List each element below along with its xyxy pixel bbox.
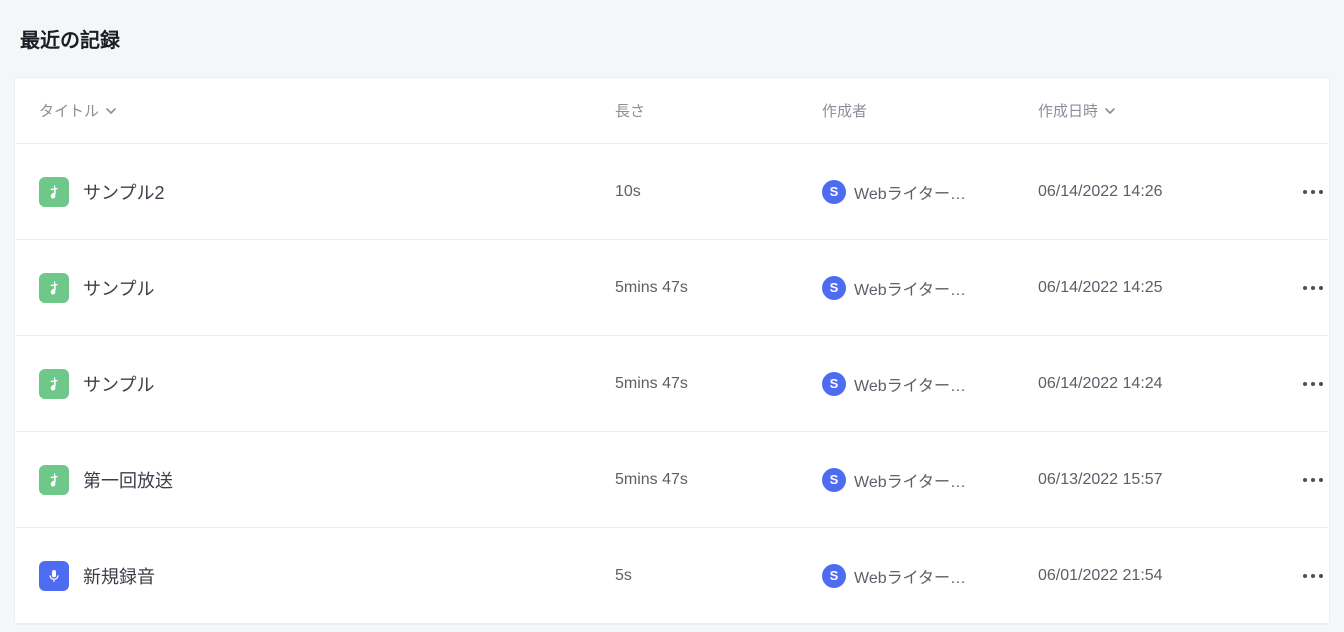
music-file-icon [39,273,69,303]
author-cell: S Webライター… [822,468,1038,492]
table-row[interactable]: 第一回放送 5mins 47s S Webライター… 06/13/2022 15… [15,432,1329,528]
table-header: タイトル 長さ 作成者 作成日時 [15,78,1329,144]
more-button[interactable] [1297,560,1329,592]
music-file-icon [39,369,69,399]
actions-cell [1271,560,1330,592]
chevron-down-icon [1104,105,1116,117]
avatar: S [822,276,846,300]
more-button[interactable] [1297,176,1329,208]
more-icon [1303,286,1323,290]
col-length-label: 長さ [615,100,645,121]
more-button[interactable] [1297,272,1329,304]
col-created[interactable]: 作成日時 [1038,100,1271,121]
avatar: S [822,180,846,204]
col-author: 作成者 [822,100,1038,121]
row-created: 06/14/2022 14:26 [1038,183,1271,201]
row-length: 10s [615,183,822,201]
music-file-icon [39,465,69,495]
more-icon [1303,382,1323,386]
author-cell: S Webライター… [822,564,1038,588]
col-created-label: 作成日時 [1038,100,1098,121]
row-title: サンプル [83,371,154,397]
row-created: 06/14/2022 14:25 [1038,279,1271,297]
title-cell: サンプル [39,369,615,399]
row-length: 5mins 47s [615,375,822,393]
row-title: 新規録音 [83,563,155,589]
more-icon [1303,574,1323,578]
table-row[interactable]: サンプル 5mins 47s S Webライター… 06/14/2022 14:… [15,240,1329,336]
avatar: S [822,372,846,396]
row-title: サンプル [83,275,154,301]
more-button[interactable] [1297,464,1329,496]
col-length: 長さ [615,100,822,121]
row-author: Webライター… [854,468,966,492]
col-title-label: タイトル [39,100,99,121]
more-icon [1303,190,1323,194]
actions-cell [1271,368,1330,400]
actions-cell [1271,272,1330,304]
col-title[interactable]: タイトル [39,100,615,121]
row-author: Webライター… [854,372,966,396]
row-length: 5mins 47s [615,471,822,489]
actions-cell [1271,176,1330,208]
title-cell: サンプル2 [39,177,615,207]
more-button[interactable] [1297,368,1329,400]
author-cell: S Webライター… [822,180,1038,204]
page-title: 最近の記録 [20,24,1330,53]
row-created: 06/14/2022 14:24 [1038,375,1271,393]
avatar: S [822,468,846,492]
microphone-icon [39,561,69,591]
music-file-icon [39,177,69,207]
row-author: Webライター… [854,564,966,588]
recordings-table: タイトル 長さ 作成者 作成日時 サンプル2 1 [14,77,1330,625]
title-cell: 第一回放送 [39,465,615,495]
row-title: サンプル2 [83,179,164,205]
more-icon [1303,478,1323,482]
col-author-label: 作成者 [822,100,867,121]
row-length: 5s [615,567,822,585]
author-cell: S Webライター… [822,276,1038,300]
chevron-down-icon [105,105,117,117]
table-row[interactable]: サンプル2 10s S Webライター… 06/14/2022 14:26 [15,144,1329,240]
table-row[interactable]: 新規録音 5s S Webライター… 06/01/2022 21:54 [15,528,1329,624]
actions-cell [1271,464,1330,496]
row-created: 06/13/2022 15:57 [1038,471,1271,489]
row-title: 第一回放送 [83,467,173,493]
row-created: 06/01/2022 21:54 [1038,567,1271,585]
author-cell: S Webライター… [822,372,1038,396]
row-author: Webライター… [854,276,966,300]
table-row[interactable]: サンプル 5mins 47s S Webライター… 06/14/2022 14:… [15,336,1329,432]
title-cell: 新規録音 [39,561,615,591]
avatar: S [822,564,846,588]
row-length: 5mins 47s [615,279,822,297]
title-cell: サンプル [39,273,615,303]
row-author: Webライター… [854,180,966,204]
